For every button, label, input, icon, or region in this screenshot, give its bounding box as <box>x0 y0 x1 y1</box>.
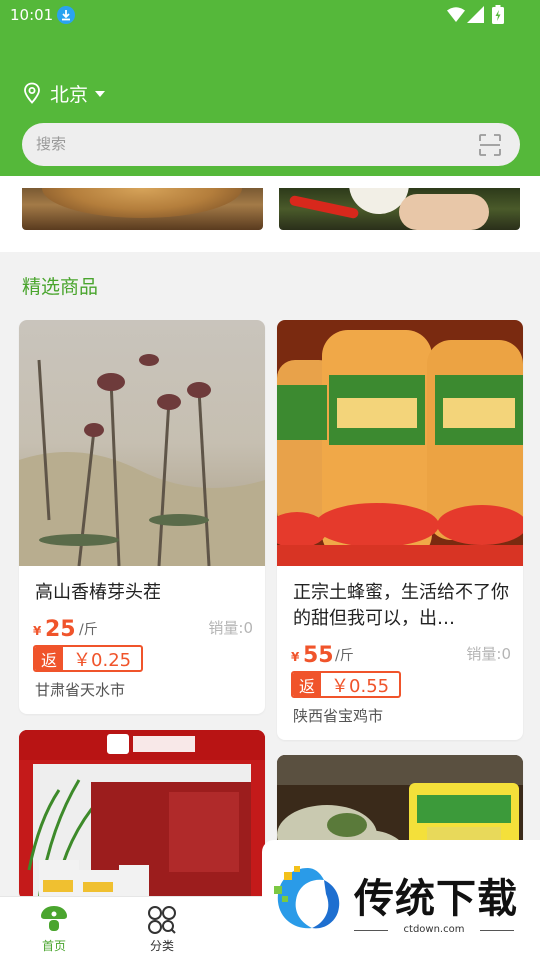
tab-label: 分类 <box>149 939 174 953</box>
currency-symbol: ¥ <box>291 650 300 664</box>
search-bar[interactable] <box>22 123 520 166</box>
product-name: 高山香椿芽头茬 <box>35 582 161 603</box>
rebate-tag: 返 <box>293 673 322 696</box>
watermark-text: 传统下载 <box>354 876 518 922</box>
rebate-value: ￥0.25 <box>73 649 132 671</box>
banner-image-food-bowl[interactable] <box>22 188 263 230</box>
tab-label: 首页 <box>41 939 66 953</box>
caret-down-icon <box>95 91 106 97</box>
signal-icon <box>467 6 484 23</box>
product-origin: 陕西省宝鸡市 <box>293 707 384 725</box>
rebate-badge: 返 ￥0.25 <box>33 645 144 672</box>
sales-count: 销量:0 <box>208 619 253 637</box>
watermark-logo-icon <box>274 866 340 929</box>
tab-category[interactable]: 分类 <box>132 905 192 957</box>
product-card[interactable]: 高山香椿芽头茬 ¥ 25 /斤 销量:0 返 ￥0.25 甘肃省天水市 <box>19 320 265 714</box>
product-name: 正宗土蜂蜜，生活给不了你的甜但我可以，出… <box>293 582 509 629</box>
price-row: ¥ 25 /斤 销量:0 <box>33 612 253 642</box>
status-time: 10:01 <box>10 6 54 24</box>
product-card[interactable]: 正宗土蜂蜜，生活给不了你的甜但我可以，出… ¥ 55 /斤 销量:0 返 ￥0.… <box>277 320 523 740</box>
rebate-value: ￥0.55 <box>331 675 390 697</box>
rebate-badge: 返 ￥0.55 <box>291 671 402 698</box>
product-image-gift-box <box>19 730 265 900</box>
banner-section <box>0 176 540 252</box>
currency-symbol: ¥ <box>33 624 42 638</box>
price-unit: /斤 <box>335 648 354 664</box>
product-price: 25 <box>45 617 76 642</box>
status-bar: 10:01 <box>0 0 540 30</box>
watermark-overlay: 传统下载 ctdown.com <box>262 840 540 960</box>
search-input[interactable] <box>36 133 456 155</box>
product-image-toon-sprouts <box>19 320 265 566</box>
tab-home[interactable]: 首页 <box>24 905 84 957</box>
sales-count: 销量:0 <box>466 645 511 663</box>
location-pin-icon <box>24 82 40 104</box>
product-origin: 甘肃省天水市 <box>35 681 126 699</box>
wifi-icon <box>447 7 465 22</box>
product-price: 55 <box>303 643 334 668</box>
section-title: 精选商品 <box>22 276 99 298</box>
rebate-tag: 返 <box>35 647 64 670</box>
price-unit: /斤 <box>79 622 98 638</box>
app-header: 10:01 北京 <box>0 0 540 176</box>
battery-icon <box>492 5 504 24</box>
watermark-divider <box>480 930 514 931</box>
category-icon <box>148 906 176 934</box>
home-icon <box>41 906 67 931</box>
banner-image-chili[interactable] <box>279 188 520 230</box>
product-card[interactable] <box>19 730 265 900</box>
location-selector[interactable]: 北京 <box>22 80 106 106</box>
price-row: ¥ 55 /斤 销量:0 <box>291 638 511 668</box>
city-name: 北京 <box>50 83 89 106</box>
download-notification-icon <box>57 6 75 24</box>
product-image-honey <box>277 320 523 566</box>
scan-icon[interactable] <box>478 133 502 157</box>
